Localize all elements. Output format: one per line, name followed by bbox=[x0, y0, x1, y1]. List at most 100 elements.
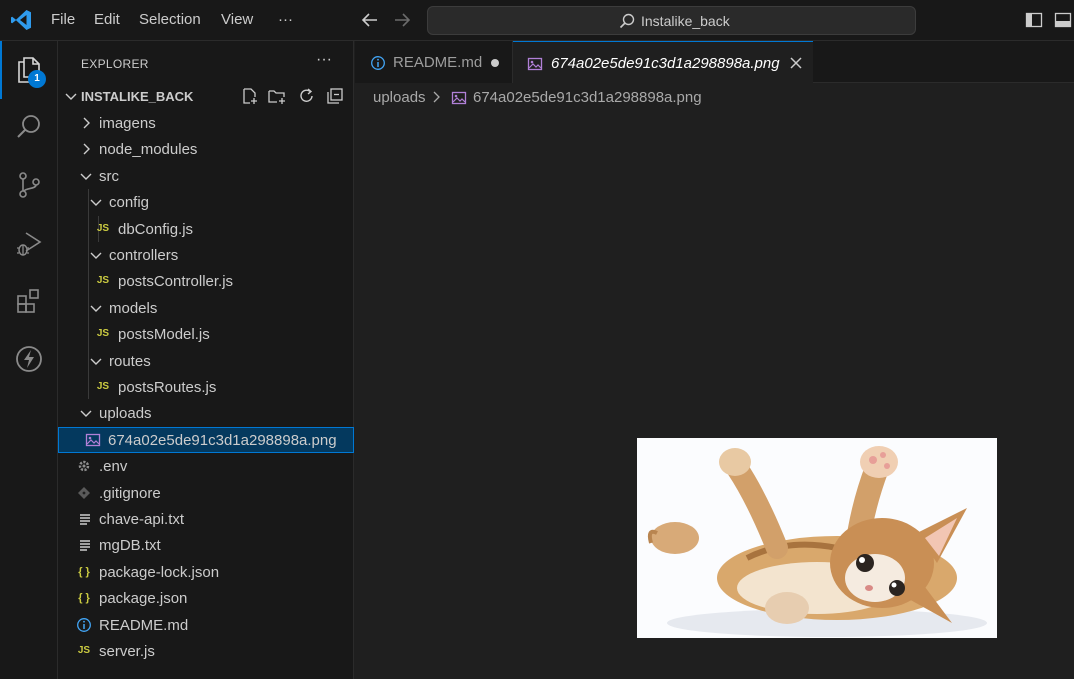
tree-label: 674a02e5de91c3d1a298898a.png bbox=[108, 432, 337, 449]
breadcrumb-folder[interactable]: uploads bbox=[373, 89, 426, 106]
tree-item-env[interactable]: .env bbox=[58, 453, 354, 479]
menu-file[interactable]: File bbox=[51, 11, 75, 28]
info-icon bbox=[77, 618, 91, 632]
chevron-down-icon bbox=[65, 93, 77, 100]
tree-label: models bbox=[109, 300, 158, 317]
tree-item-uploads[interactable]: uploads bbox=[58, 400, 354, 426]
tree-label: routes bbox=[109, 353, 151, 370]
tree-item-server-js[interactable]: JS server.js bbox=[58, 638, 354, 664]
title-bar: File Edit Selection View ··· Instalike_b… bbox=[0, 0, 1074, 41]
refresh-icon[interactable] bbox=[298, 87, 316, 105]
tree-item-mgdb-txt[interactable]: mgDB.txt bbox=[58, 532, 354, 558]
activity-thunder-client[interactable] bbox=[0, 331, 58, 389]
tree-item-dbconfig-js[interactable]: JS dbConfig.js bbox=[58, 216, 354, 242]
git-icon bbox=[78, 487, 90, 499]
close-icon[interactable] bbox=[789, 56, 803, 70]
source-control-icon bbox=[19, 172, 40, 198]
javascript-file-icon: JS bbox=[77, 645, 91, 656]
editor-tab-bar: README.md 674a02e5de91c3d1a298898a.png bbox=[355, 41, 1074, 83]
image-file-icon bbox=[85, 433, 101, 447]
command-center-search[interactable]: Instalike_back bbox=[427, 6, 916, 35]
toggle-panel-icon[interactable] bbox=[1054, 11, 1072, 29]
tree-item-image-file[interactable]: 674a02e5de91c3d1a298898a.png bbox=[58, 427, 354, 453]
search-icon bbox=[17, 115, 40, 138]
chevron-right-icon bbox=[433, 91, 440, 103]
tree-item-imagens[interactable]: imagens bbox=[58, 110, 354, 136]
image-editor bbox=[355, 113, 1074, 679]
text-file-icon bbox=[80, 514, 90, 525]
tree-label: .env bbox=[99, 458, 128, 475]
project-header[interactable]: INSTALIKE_BACK bbox=[58, 84, 354, 108]
tree-label: src bbox=[99, 168, 119, 185]
activity-explorer[interactable]: 1 bbox=[0, 41, 58, 99]
menu-selection[interactable]: Selection bbox=[139, 11, 201, 28]
toggle-sidebar-icon[interactable] bbox=[1025, 11, 1043, 29]
tree-label: postsModel.js bbox=[118, 326, 210, 343]
new-file-icon[interactable] bbox=[241, 87, 259, 105]
run-debug-icon bbox=[17, 232, 42, 256]
tab-readme[interactable]: README.md bbox=[355, 41, 513, 83]
tree-item-readme-md[interactable]: README.md bbox=[58, 612, 354, 638]
explorer-title: EXPLORER bbox=[81, 57, 149, 71]
text-file-icon bbox=[80, 540, 90, 551]
tree-item-routes[interactable]: routes bbox=[58, 348, 354, 374]
unsaved-dot[interactable] bbox=[491, 59, 499, 67]
chevron-down-icon bbox=[80, 410, 92, 417]
image-file-icon bbox=[527, 57, 543, 71]
tree-label: package.json bbox=[99, 590, 188, 607]
tab-image[interactable]: 674a02e5de91c3d1a298898a.png bbox=[513, 41, 813, 83]
collapse-all-icon[interactable] bbox=[326, 87, 344, 105]
tree-item-postsmodel-js[interactable]: JS postsModel.js bbox=[58, 321, 354, 347]
menu-view[interactable]: View bbox=[221, 11, 253, 28]
tree-item-config[interactable]: config bbox=[58, 189, 354, 215]
chevron-right-icon bbox=[83, 117, 90, 129]
explorer-more-button[interactable]: ··· bbox=[316, 51, 332, 69]
menu-edit[interactable]: Edit bbox=[94, 11, 120, 28]
tree-item-node-modules[interactable]: node_modules bbox=[58, 136, 354, 162]
image-file-icon bbox=[451, 91, 467, 105]
tree-item-postsroutes-js[interactable]: JS postsRoutes.js bbox=[58, 374, 354, 400]
tree-item-controllers[interactable]: controllers bbox=[58, 242, 354, 268]
vscode-logo-icon bbox=[11, 10, 31, 30]
image-preview bbox=[637, 438, 997, 638]
tree-item-package-lock-json[interactable]: { } package-lock.json bbox=[58, 559, 354, 585]
tree-item-chave-api-txt[interactable]: chave-api.txt bbox=[58, 506, 354, 532]
activity-run-debug[interactable] bbox=[0, 215, 58, 273]
tree-label: chave-api.txt bbox=[99, 511, 185, 528]
chevron-right-icon bbox=[83, 143, 90, 155]
back-arrow-icon[interactable] bbox=[359, 9, 381, 31]
activity-bar: 1 bbox=[0, 41, 58, 679]
tab-label: README.md bbox=[393, 54, 483, 71]
breadcrumb-file[interactable]: 674a02e5de91c3d1a298898a.png bbox=[473, 89, 702, 106]
kitten-photo bbox=[637, 438, 997, 638]
tree-item-src[interactable]: src bbox=[58, 163, 354, 189]
tree-label: imagens bbox=[99, 115, 156, 132]
javascript-file-icon: JS bbox=[96, 381, 110, 392]
tree-label: config bbox=[109, 194, 150, 211]
tree-label: postsController.js bbox=[118, 273, 234, 290]
project-name: INSTALIKE_BACK bbox=[81, 89, 194, 104]
extensions-icon bbox=[17, 289, 39, 313]
tree-item-package-json[interactable]: { } package.json bbox=[58, 585, 354, 611]
menu-more[interactable]: ··· bbox=[278, 11, 293, 28]
new-folder-icon[interactable] bbox=[268, 87, 286, 105]
tree-label: uploads bbox=[99, 405, 152, 422]
lightning-icon bbox=[16, 346, 42, 372]
javascript-file-icon: JS bbox=[96, 328, 110, 339]
activity-source-control[interactable] bbox=[0, 157, 58, 215]
tree-label: mgDB.txt bbox=[99, 537, 161, 554]
tree-item-postscontroller-js[interactable]: JS postsController.js bbox=[58, 268, 354, 294]
forward-arrow-icon[interactable] bbox=[391, 9, 413, 31]
tree-item-gitignore[interactable]: .gitignore bbox=[58, 480, 354, 506]
activity-search[interactable] bbox=[0, 99, 58, 157]
tab-label: 674a02e5de91c3d1a298898a.png bbox=[551, 55, 780, 72]
tree-item-models[interactable]: models bbox=[58, 295, 354, 321]
search-icon bbox=[619, 13, 635, 29]
info-icon bbox=[371, 56, 385, 70]
activity-extensions[interactable] bbox=[0, 273, 58, 331]
chevron-down-icon bbox=[90, 199, 102, 206]
tree-label: node_modules bbox=[99, 141, 198, 158]
breadcrumb: uploads 674a02e5de91c3d1a298898a.png bbox=[355, 83, 1074, 113]
tree-label: package-lock.json bbox=[99, 564, 220, 581]
tree-label: dbConfig.js bbox=[118, 221, 194, 238]
